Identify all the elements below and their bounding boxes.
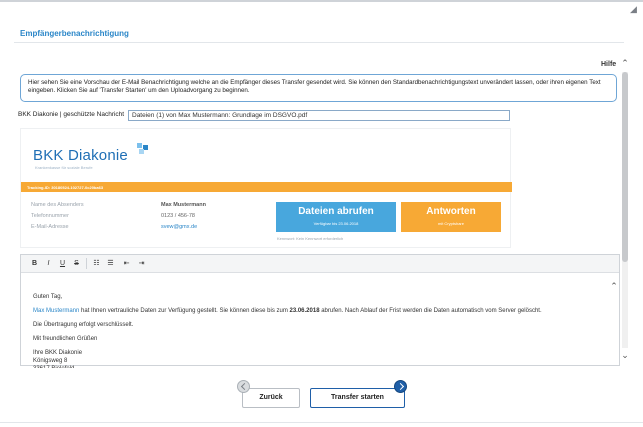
expiry-date: 23.06.2018 [289, 308, 320, 314]
scroll-down-icon[interactable]: ⌄ [620, 350, 630, 360]
sender-value: 0123 / 456-78 [161, 213, 195, 219]
greeting: Guten Tag, [33, 294, 63, 300]
body-text: abrufen. Nach Ablauf der Frist werden di… [319, 308, 542, 314]
subject-label: BKK Diakonie | geschützte Nachricht [18, 111, 125, 118]
download-sub: Verfügbar bis 23.06.2018 [313, 221, 359, 226]
logo: BKK Diakonie Krankenkasse für soziale Be… [33, 143, 183, 173]
start-transfer-button[interactable]: Transfer starten [310, 388, 405, 408]
ordered-list-icon[interactable]: ☷ [91, 258, 102, 269]
outdent-icon[interactable]: ⇤ [121, 258, 132, 269]
editor-toolbar: B I U S ☷ ☰ ⇤ ⇥ [21, 255, 619, 273]
download-files-button[interactable]: Dateien abrufen Verfügbar bis 23.06.2018 [276, 202, 396, 232]
logo-mark-icon [137, 143, 148, 154]
download-label: Dateien abrufen [298, 206, 374, 217]
help-link[interactable]: Hilfe [601, 61, 616, 68]
password-note: Kennwort: Kein Kennwort erforderlich [277, 236, 344, 241]
logo-tagline: Krankenkasse für soziale Berufe [35, 165, 93, 170]
sender-key: Name des Absenders [31, 202, 84, 208]
indent-icon[interactable]: ⇥ [136, 258, 147, 269]
sender-name-link[interactable]: Max Mustermann [33, 308, 79, 314]
sender-value: Max Mustermann [161, 202, 206, 208]
divider [0, 422, 643, 423]
previous-icon[interactable] [237, 380, 250, 393]
bullet-list-icon[interactable]: ☰ [105, 258, 116, 269]
scroll-up-icon[interactable]: ⌃ [620, 58, 630, 68]
toolbar-divider [86, 258, 87, 269]
editor-content[interactable]: Guten Tag, Max Mustermann hat Ihnen vert… [33, 293, 603, 368]
logo-text: BKK Diakonie [33, 147, 128, 164]
strikethrough-button[interactable]: S [71, 258, 82, 269]
sender-key: E-Mail-Adresse [31, 224, 69, 230]
reply-sub: mit Cryptshare [437, 221, 464, 226]
scroll-up-icon[interactable]: ⌃ [609, 281, 619, 291]
message-editor[interactable]: B I U S ☷ ☰ ⇤ ⇥ Guten Tag, Max Musterman… [20, 254, 620, 368]
signature-line: Ihre BKK Diakonie [33, 350, 83, 356]
signature-line: Königsweg 8 [33, 358, 68, 364]
signature: Ihre BKK Diakonie Königsweg 8 33617 Biel… [33, 349, 603, 368]
info-box: Hier sehen Sie eine Vorschau der E-Mail … [20, 74, 617, 102]
reply-button[interactable]: Antworten mit Cryptshare [401, 202, 501, 232]
underline-button[interactable]: U [57, 258, 68, 269]
scroll-thumb[interactable] [622, 72, 628, 262]
closing-line: Mit freundlichen Grüßen [33, 336, 98, 342]
sender-key: Telefonnummer [31, 213, 69, 219]
sender-email-link[interactable]: svew@gmx.de [161, 224, 197, 230]
page-scrollbar[interactable]: ⌃ ⌄ [619, 58, 631, 364]
tracking-bar: Tracking-ID: 30180524-102727-0c20ba63 [21, 182, 512, 192]
editor-scrollbar[interactable]: ⌃ [609, 275, 619, 365]
body-line: Die Übertragung erfolgt verschlüsselt. [33, 322, 134, 328]
panel-title: Empfängerbenachrichtigung [20, 29, 129, 38]
resize-corner-icon[interactable]: ◢ [630, 4, 640, 14]
subject-input[interactable] [128, 110, 510, 121]
sender-details: Name des Absenders Max Mustermann Telefo… [31, 202, 271, 235]
subject-row: BKK Diakonie | geschützte Nachricht [18, 110, 510, 122]
italic-button[interactable]: I [43, 258, 54, 269]
sender-row: Name des Absenders Max Mustermann [31, 202, 271, 213]
signature-line: 33617 Bielefeld [33, 365, 603, 368]
reply-label: Antworten [426, 206, 476, 217]
divider [14, 42, 624, 43]
body-line: Max Mustermann hat Ihnen vertrauliche Da… [33, 307, 603, 315]
next-icon[interactable] [394, 380, 407, 393]
bold-button[interactable]: B [29, 258, 40, 269]
sender-row: Telefonnummer 0123 / 456-78 [31, 213, 271, 224]
sender-row: E-Mail-Adresse svew@gmx.de [31, 224, 271, 235]
body-text: hat Ihnen vertrauliche Daten zur Verfügu… [79, 308, 290, 314]
back-button[interactable]: Zurück [242, 388, 300, 408]
email-preview: BKK Diakonie Krankenkasse für soziale Be… [20, 128, 512, 248]
